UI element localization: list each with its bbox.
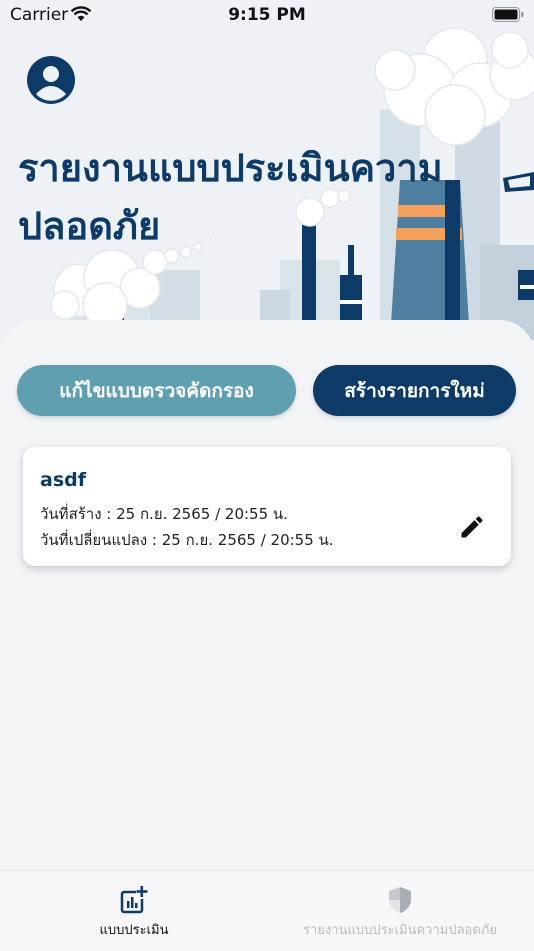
record-created: วันที่สร้าง : 25 ก.ย. 2565 / 20:55 น. [40, 505, 288, 523]
edit-pencil-icon[interactable] [458, 513, 486, 541]
record-name: asdf [40, 469, 86, 491]
battery-icon [492, 7, 524, 22]
edit-screening-button[interactable]: แก้ไขแบบตรวจคัดกรอง [17, 365, 296, 416]
tab-safety-report-label: รายงานแบบประเมินความปลอดภัย [303, 923, 497, 938]
create-new-button[interactable]: สร้างรายการใหม่ [313, 365, 516, 416]
tab-bar: แบบประเมิน รายงานแบบประเมินความปลอดภัย [0, 870, 534, 951]
shield-icon [389, 887, 411, 913]
record-modified: วันที่เปลี่ยนแปลง : 25 ก.ย. 2565 / 20:55… [40, 531, 334, 549]
tab-assessment-label: แบบประเมิน [99, 923, 169, 938]
tab-assessment[interactable]: แบบประเมิน [84, 871, 184, 951]
status-bar: Carrier 9:15 PM [0, 0, 534, 30]
chart-add-icon [120, 886, 148, 914]
record-card[interactable]: asdf วันที่สร้าง : 25 ก.ย. 2565 / 20:55 … [23, 447, 511, 566]
page-title: รายงานแบบประเมินความปลอดภัย [18, 148, 443, 248]
profile-icon[interactable] [27, 56, 75, 104]
tab-safety-report[interactable]: รายงานแบบประเมินความปลอดภัย [290, 871, 510, 951]
clock: 9:15 PM [228, 5, 306, 25]
